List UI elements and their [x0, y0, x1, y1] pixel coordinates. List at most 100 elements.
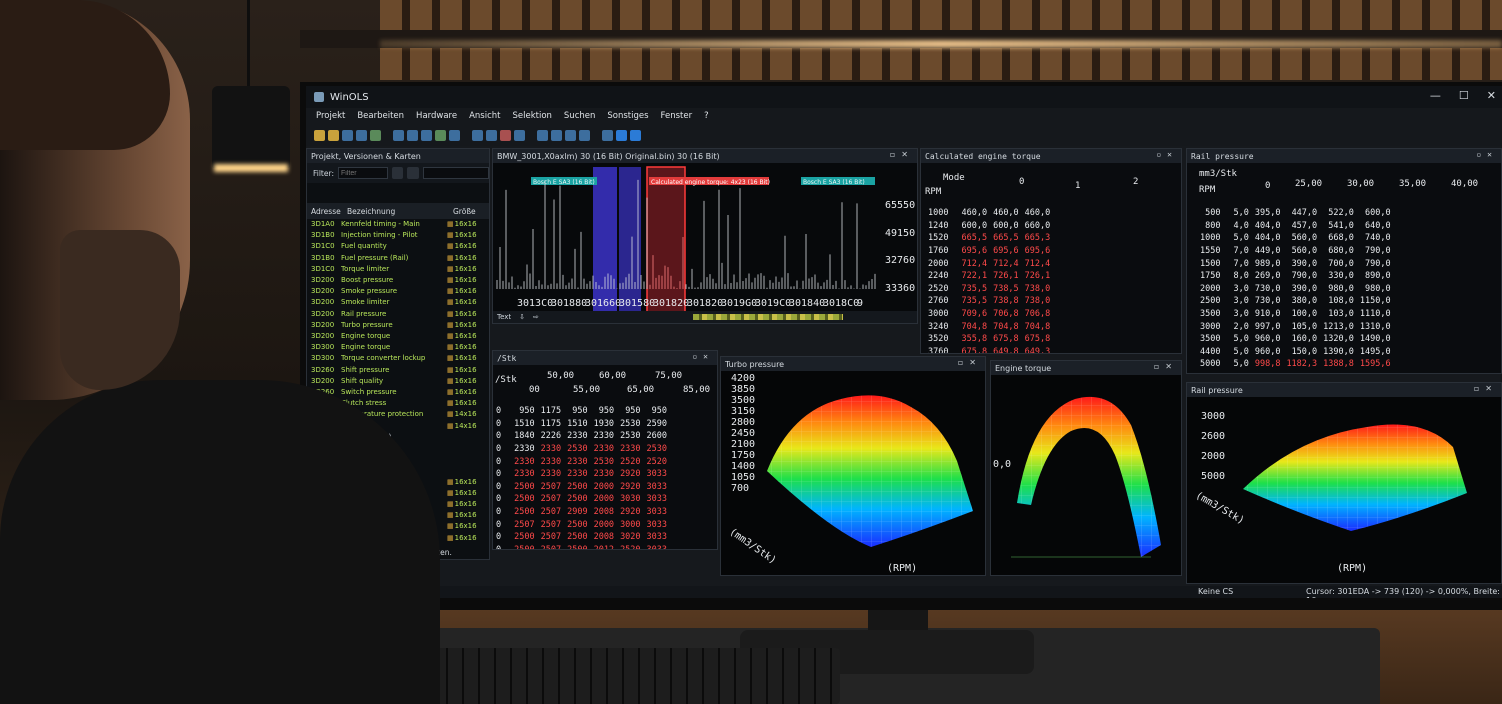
table-cell[interactable]: 5,0: [1230, 333, 1251, 346]
table-cell[interactable]: 1182,3: [1283, 358, 1320, 371]
table-cell[interactable]: 3,0: [1230, 295, 1251, 308]
table-cell[interactable]: 730,0: [1252, 295, 1284, 308]
table-cell[interactable]: 2330: [591, 430, 617, 443]
table-cell[interactable]: 675,8: [958, 346, 990, 353]
table-cell[interactable]: 695,6: [1022, 245, 1054, 258]
table-cell[interactable]: 560,0: [1283, 232, 1320, 245]
table-cell[interactable]: 460,0: [958, 207, 990, 220]
selection-block-torque[interactable]: [647, 167, 685, 313]
rail-col-4[interactable]: 40,00: [1451, 179, 1478, 189]
table-cell[interactable]: 2520: [617, 455, 643, 468]
table-cell[interactable]: 1320,0: [1320, 333, 1357, 346]
text-mode-button[interactable]: Text: [497, 313, 511, 321]
table-cell[interactable]: 722,1: [958, 270, 990, 283]
table-cell[interactable]: 2507: [511, 518, 537, 531]
table-cell[interactable]: 2530: [617, 430, 643, 443]
table-cell[interactable]: 2330: [538, 455, 564, 468]
table-cell[interactable]: 1310,0: [1357, 320, 1394, 333]
table-cell[interactable]: 2,0: [1230, 320, 1251, 333]
hex-panel-controls[interactable]: ▫✕: [890, 150, 914, 159]
table-cell[interactable]: 2507: [538, 531, 564, 544]
table-cell[interactable]: 2330: [564, 468, 590, 481]
table-cell[interactable]: 704,8: [1022, 320, 1054, 333]
table-cell[interactable]: 2507: [538, 544, 564, 549]
torque-grid[interactable]: 1000 460,0 460,0 460,0 1240 600,0 600,0 660,0 15…: [925, 207, 1054, 353]
search-icon[interactable]: [486, 129, 497, 141]
table-cell[interactable]: 712,4: [990, 257, 1022, 270]
table-cell[interactable]: 5,0: [1230, 346, 1251, 359]
table-cell[interactable]: 712,4: [1022, 257, 1054, 270]
table-cell[interactable]: 740,0: [1357, 232, 1394, 245]
checksum-icon[interactable]: [514, 129, 525, 141]
table-cell[interactable]: 2000: [591, 518, 617, 531]
table-cell[interactable]: 1175: [538, 418, 564, 431]
table-cell[interactable]: 460,0: [990, 207, 1022, 220]
map-icon[interactable]: [500, 129, 511, 141]
table-cell[interactable]: 3000: [617, 518, 643, 531]
table-cell[interactable]: 2600: [644, 430, 670, 443]
table-cell[interactable]: 950: [511, 405, 537, 418]
table-cell[interactable]: 2500: [564, 493, 590, 506]
table-cell[interactable]: 709,6: [958, 308, 990, 321]
table-cell[interactable]: 2000: [591, 493, 617, 506]
table-cell[interactable]: 2920: [617, 468, 643, 481]
table-cell[interactable]: 738,5: [990, 283, 1022, 296]
engine-torque-3d-plot[interactable]: 0,0: [991, 375, 1182, 576]
table-cell[interactable]: 950: [591, 405, 617, 418]
table-cell[interactable]: 980,0: [1320, 283, 1357, 296]
rail-col-2[interactable]: 30,00: [1347, 179, 1374, 189]
table-cell[interactable]: 706,8: [1022, 308, 1054, 321]
table-cell[interactable]: 675,8: [990, 333, 1022, 346]
table-cell[interactable]: 150,0: [1283, 346, 1320, 359]
rail-grid[interactable]: 500 5,0 395,0 447,0 522,0 600,0 800 4,0 404,0 457…: [1197, 207, 1394, 371]
table-cell[interactable]: 668,0: [1320, 232, 1357, 245]
table-cell[interactable]: 3033: [644, 531, 670, 544]
filter-icon[interactable]: [602, 129, 613, 141]
selection-block[interactable]: [593, 167, 617, 313]
window-tile-icon[interactable]: [537, 129, 548, 141]
right-arrow-icon[interactable]: ⇨: [533, 313, 539, 321]
table-cell[interactable]: 2530: [617, 418, 643, 431]
stk-grid[interactable]: 0 950 1175 950 950 950 950 0 1510 1175 1510 1930 253…: [493, 405, 670, 549]
table-cell[interactable]: 2520: [617, 544, 643, 549]
window-cascade-icon[interactable]: [551, 129, 562, 141]
turbo-3d-plot[interactable]: 4200385035003150280024502100175014001050…: [721, 371, 986, 576]
table-cell[interactable]: 950: [564, 405, 590, 418]
table-cell[interactable]: 2330: [538, 468, 564, 481]
table-cell[interactable]: 100,0: [1283, 308, 1320, 321]
table-cell[interactable]: 7,0: [1230, 257, 1251, 270]
menu-ansicht[interactable]: Ansicht: [469, 111, 500, 121]
select-icon[interactable]: [472, 129, 483, 141]
turbo-panel-controls[interactable]: ▫✕: [958, 358, 982, 367]
torque-panel-controls[interactable]: ▫✕: [1156, 150, 1178, 159]
table-cell[interactable]: 7,0: [1230, 245, 1251, 258]
table-cell[interactable]: 3020: [617, 531, 643, 544]
table-cell[interactable]: 1150,0: [1357, 295, 1394, 308]
table-cell[interactable]: 1840: [511, 430, 537, 443]
table-cell[interactable]: 2500: [564, 544, 590, 549]
hex-graph[interactable]: Bosch E SA3 (16 Bit) Calculated engine t…: [493, 163, 918, 313]
menu-sonstiges[interactable]: Sonstiges: [607, 111, 648, 121]
table-cell[interactable]: 695,6: [990, 245, 1022, 258]
table-cell[interactable]: 404,0: [1252, 232, 1284, 245]
table-cell[interactable]: 3,0: [1230, 283, 1251, 296]
table-cell[interactable]: 738,0: [1022, 295, 1054, 308]
rail3d-panel-controls[interactable]: ▫✕: [1474, 384, 1498, 393]
rail-col-3[interactable]: 35,00: [1399, 179, 1426, 189]
table-cell[interactable]: 2330: [538, 443, 564, 456]
table-cell[interactable]: 2520: [644, 455, 670, 468]
table-cell[interactable]: 447,0: [1283, 207, 1320, 220]
table-cell[interactable]: 541,0: [1320, 220, 1357, 233]
table-cell[interactable]: 449,0: [1252, 245, 1284, 258]
table-cell[interactable]: 2909: [564, 506, 590, 519]
table-cell[interactable]: 2500: [511, 506, 537, 519]
torque-col-1[interactable]: 1: [1075, 181, 1080, 191]
table-cell[interactable]: 2226: [538, 430, 564, 443]
table-cell[interactable]: 1495,0: [1357, 346, 1394, 359]
table-cell[interactable]: 910,0: [1252, 308, 1284, 321]
table-cell[interactable]: 712,4: [958, 257, 990, 270]
table-cell[interactable]: 395,0: [1252, 207, 1284, 220]
table-cell[interactable]: 950: [617, 405, 643, 418]
close-icon[interactable]: ✕: [1487, 89, 1496, 102]
table-cell[interactable]: 675,8: [1022, 333, 1054, 346]
